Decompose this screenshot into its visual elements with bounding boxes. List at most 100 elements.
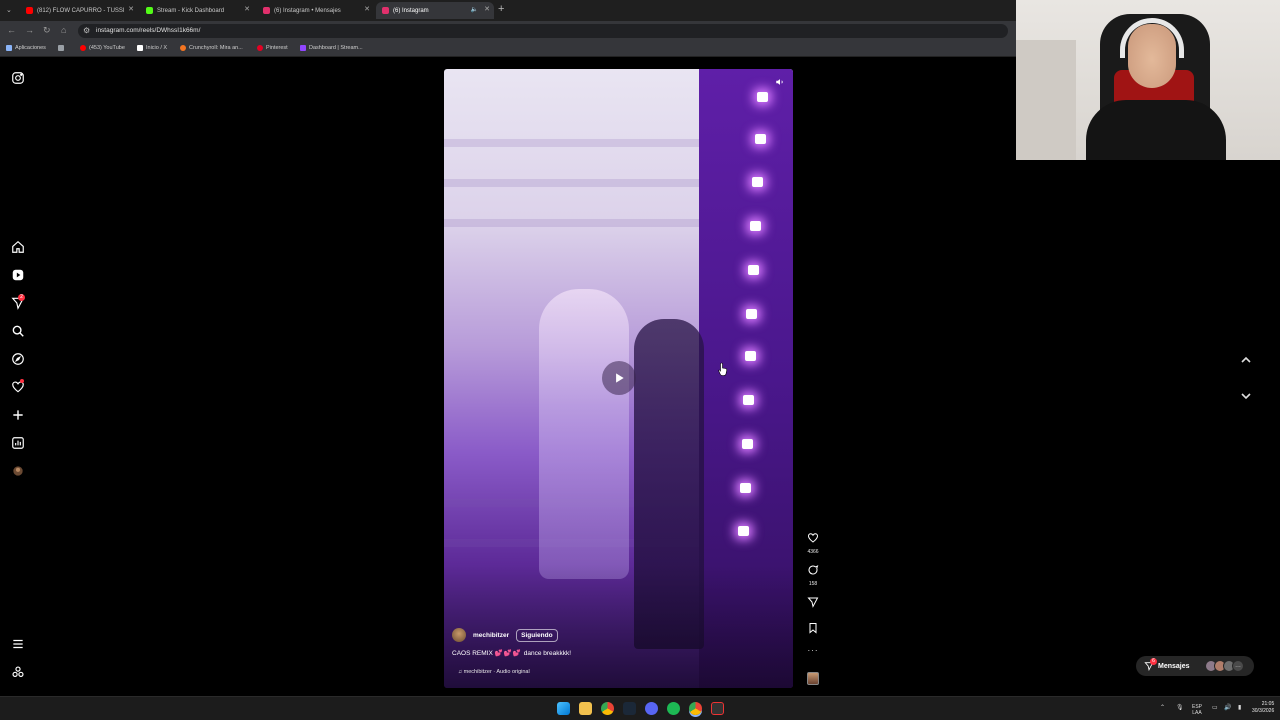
- home-nav-icon[interactable]: [11, 240, 25, 254]
- close-tab-icon[interactable]: ✕: [484, 5, 490, 13]
- tab-label: (812) FLOW CAPURRO - TUSSI: [37, 7, 125, 14]
- tab-kick[interactable]: Stream - Kick Dashboard ✕: [140, 2, 254, 19]
- caption-emoji: 💕💕💕: [494, 650, 522, 657]
- reload-icon[interactable]: ↻: [43, 25, 51, 36]
- previous-reel-button[interactable]: [1238, 352, 1254, 368]
- tab-label: (6) Instagram • Mensajes: [274, 7, 341, 14]
- reel-video[interactable]: mechibitzer Siguiendo CAOS REMIX 💕💕💕 dan…: [444, 69, 793, 688]
- back-icon[interactable]: ←: [7, 25, 16, 35]
- tab-youtube[interactable]: (812) FLOW CAPURRO - TUSSI ✕: [20, 2, 138, 19]
- volume-icon[interactable]: [775, 77, 785, 87]
- bookmark-folder[interactable]: [58, 45, 67, 51]
- microphone-icon[interactable]: 🎙: [1176, 704, 1184, 711]
- tab-instagram-messages[interactable]: (6) Instagram • Mensajes ✕: [257, 2, 374, 19]
- author-username[interactable]: mechibitzer: [473, 632, 509, 639]
- region-code: LAA: [1192, 710, 1202, 716]
- spotify-icon[interactable]: [667, 702, 680, 715]
- messages-button[interactable]: 6 Mensajes …: [1136, 656, 1254, 676]
- tab-instagram[interactable]: (6) Instagram 🔈 ✕: [376, 2, 494, 19]
- message-avatars: …: [1205, 660, 1244, 672]
- bookmark-label: Inicio / X: [146, 45, 168, 51]
- bookmarks-bar: Aplicaciones (453) YouTube Inicio / X Cr…: [0, 41, 1016, 57]
- also-from-meta-icon[interactable]: [11, 665, 25, 679]
- bookmark-x[interactable]: Inicio / X: [137, 45, 167, 51]
- bookmark-kick-dashboard[interactable]: Dashboard | Stream...: [300, 45, 363, 51]
- steam-icon[interactable]: [623, 702, 636, 715]
- instagram-favicon-icon: [263, 7, 270, 14]
- dashboard-icon[interactable]: [11, 436, 25, 450]
- tab-label: (6) Instagram: [393, 7, 429, 14]
- bookmark-label: Pinterest: [266, 45, 288, 51]
- close-tab-icon[interactable]: ✕: [128, 5, 134, 13]
- heart-icon: [807, 533, 819, 543]
- browser-tab-strip: ⌄ (812) FLOW CAPURRO - TUSSI ✕ Stream - …: [0, 0, 1016, 21]
- reel-audio-link[interactable]: ♫ mechibitzer · Audio original: [458, 669, 530, 675]
- more-menu-icon[interactable]: [11, 637, 25, 651]
- forward-icon[interactable]: →: [25, 25, 34, 35]
- battery-icon[interactable]: ▮: [1238, 704, 1241, 711]
- bookmark-crunchyroll[interactable]: Crunchyroll: Mira an...: [180, 45, 243, 51]
- comment-icon: [808, 565, 819, 575]
- next-reel-button[interactable]: [1238, 388, 1254, 404]
- save-button[interactable]: [805, 621, 821, 639]
- bookmark-youtube[interactable]: (453) YouTube: [80, 45, 125, 51]
- site-info-icon[interactable]: ⚙: [83, 26, 90, 35]
- clock-date: 30/3/2026: [1252, 708, 1275, 714]
- bookmark-apps[interactable]: Aplicaciones: [6, 45, 46, 51]
- messages-nav-icon[interactable]: 2: [11, 294, 25, 310]
- close-tab-icon[interactable]: ✕: [364, 5, 370, 13]
- like-button[interactable]: 4366: [805, 531, 821, 555]
- hand-cursor-icon: [718, 362, 728, 376]
- notification-badge: 2: [18, 294, 25, 301]
- apps-grid-icon: [6, 45, 12, 51]
- audio-thumbnail[interactable]: [807, 672, 819, 685]
- windows-taskbar: ⌃ 🎙 ESP LAA ▭ 🔊 ▮ 21:05 30/3/2026: [0, 696, 1280, 720]
- kick-favicon-icon: [146, 7, 153, 14]
- tray-overflow-icon[interactable]: ⌃: [1160, 704, 1165, 711]
- volume-tray-icon[interactable]: 🔊: [1224, 704, 1231, 711]
- audio-label: mechibitzer · Audio original: [463, 669, 530, 675]
- new-tab-button[interactable]: +: [498, 3, 504, 15]
- network-icon[interactable]: ▭: [1212, 704, 1218, 711]
- home-icon[interactable]: ⌂: [61, 25, 66, 35]
- close-tab-icon[interactable]: ✕: [244, 5, 250, 13]
- bookmark-label: Dashboard | Stream...: [309, 45, 363, 51]
- bookmark-icon: [809, 623, 817, 634]
- obs-icon[interactable]: [711, 702, 724, 715]
- chrome-icon[interactable]: [601, 702, 614, 715]
- tab-audio-icon[interactable]: 🔈: [471, 6, 478, 13]
- profile-avatar[interactable]: [11, 464, 25, 478]
- share-button[interactable]: [805, 595, 821, 613]
- language-indicator[interactable]: ESP LAA: [1192, 704, 1202, 716]
- share-icon: [807, 597, 819, 608]
- file-explorer-icon[interactable]: [579, 702, 592, 715]
- more-options-icon[interactable]: ···: [805, 646, 821, 655]
- caption-tail: dance breakkkk!: [523, 650, 572, 657]
- explore-icon[interactable]: [11, 352, 25, 366]
- webcam-overlay: [1016, 0, 1280, 160]
- youtube-icon: [80, 45, 86, 51]
- system-clock[interactable]: 21:05 30/3/2026: [1252, 701, 1274, 715]
- address-bar[interactable]: ⚙ instagram.com/reels/DWhssI1k66m/: [78, 24, 1008, 38]
- like-count: 4366: [807, 549, 819, 555]
- comment-button[interactable]: 158: [805, 563, 821, 587]
- more-avatars-icon: …: [1232, 660, 1244, 672]
- bookmark-pinterest[interactable]: Pinterest: [257, 45, 288, 51]
- play-button[interactable]: [602, 361, 636, 395]
- url-text: instagram.com/reels/DWhssI1k66m/: [96, 27, 201, 34]
- reel-caption: CAOS REMIX 💕💕💕 dance breakkkk!: [452, 649, 571, 657]
- notifications-heart-icon[interactable]: [11, 379, 25, 394]
- caption-text: CAOS REMIX: [452, 650, 493, 657]
- create-plus-icon[interactable]: [11, 408, 25, 422]
- windows-start-icon[interactable]: [557, 702, 570, 715]
- following-button[interactable]: Siguiendo: [516, 628, 558, 642]
- author-avatar[interactable]: [452, 628, 466, 642]
- reels-nav-icon[interactable]: [11, 268, 25, 282]
- instagram-logo-icon[interactable]: [11, 71, 25, 85]
- tab-list-button[interactable]: ⌄: [6, 6, 12, 14]
- search-icon[interactable]: [11, 324, 25, 338]
- chrome-active-icon[interactable]: [689, 702, 702, 715]
- music-note-icon: ♫: [458, 669, 463, 675]
- x-logo-icon: [137, 45, 143, 51]
- discord-icon[interactable]: [645, 702, 658, 715]
